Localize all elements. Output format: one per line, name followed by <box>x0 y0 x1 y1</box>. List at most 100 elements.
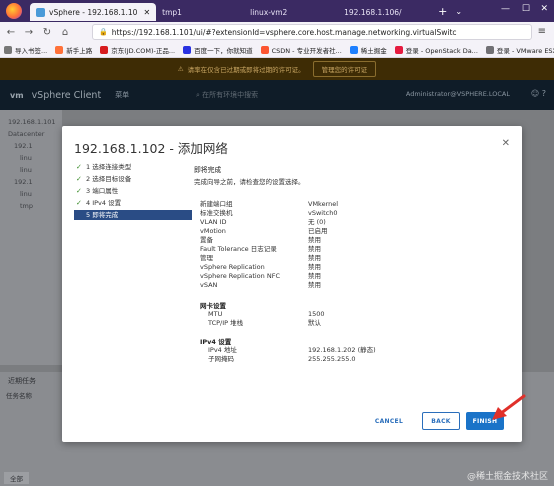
back-button[interactable]: BACK <box>422 412 460 430</box>
recent-tasks-tab[interactable]: 近期任务 <box>8 376 36 386</box>
tree-item[interactable]: 192.168.1.101 <box>0 116 62 128</box>
tab-list-icon[interactable]: ⌄ <box>455 7 462 16</box>
tree-item[interactable]: linu <box>0 152 62 164</box>
tree-item[interactable]: linu <box>0 188 62 200</box>
tab-label: vSphere - 192.168.1.10 <box>49 7 138 17</box>
bookmark-item[interactable]: 稀土掘金 <box>349 45 387 55</box>
summary-row: vSphere Replication NFC 禁用 <box>200 272 321 280</box>
user-menu[interactable]: Administrator@VSPHERE.LOCAL <box>406 90 510 98</box>
vsphere-tab-icon <box>36 7 45 17</box>
section-description: 完成向导之前，请检查您的设置选择。 <box>194 178 305 186</box>
warning-icon: ⚠ <box>177 65 184 73</box>
wizard-step[interactable]: ✓ 2 选择目标设备 <box>74 174 192 184</box>
check-icon: ✓ <box>76 199 82 207</box>
new-tab-icon[interactable]: + <box>438 5 447 18</box>
menu-dropdown[interactable]: 菜单 <box>115 90 129 100</box>
url-text: https://192.168.1.101/ui/#?extensionId=v… <box>111 27 457 37</box>
reload-icon[interactable]: ↻ <box>40 27 54 38</box>
summary-row: 标准交换机 vSwitch0 <box>200 209 338 217</box>
global-search-input[interactable]: ⌕ 在所有环境中搜索 <box>196 90 258 100</box>
cancel-button[interactable]: CANCEL <box>368 412 410 430</box>
tab-linux-vm2[interactable]: linux-vm2 <box>244 3 338 21</box>
wizard-step[interactable]: ✓ 4 IPv4 设置 <box>74 198 192 208</box>
wizard-step[interactable]: ✓ 1 选择连接类型 <box>74 162 192 172</box>
summary-row: 子网掩码 255.255.255.0 <box>208 355 356 363</box>
juejin-icon <box>349 45 358 54</box>
tree-item[interactable]: Datacenter <box>0 128 62 140</box>
summary-content: 即将完成 完成向导之前，请检查您的设置选择。 新建端口组 VMkernel 标准交… <box>194 164 510 363</box>
tab-vsphere[interactable]: vSphere - 192.168.1.10 ✕ <box>30 3 157 21</box>
jd-icon <box>100 45 109 54</box>
summary-row: vSphere Replication 禁用 <box>200 263 321 271</box>
summary-row: 置备 禁用 <box>200 236 321 244</box>
summary-row: TCP/IP 堆栈 默认 <box>208 319 321 327</box>
lock-icon: 🔒 <box>99 28 108 36</box>
filter-all-dropdown[interactable]: 全部 <box>4 472 29 484</box>
summary-row: 新建端口组 VMkernel <box>200 200 339 208</box>
tree-item[interactable]: 192.1 <box>0 176 62 188</box>
tree-item[interactable]: 192.1 <box>0 140 62 152</box>
app-title: vSphere Client <box>31 89 102 101</box>
summary-row: IPv4 地址 192.168.1.202 (静态) <box>208 346 376 354</box>
inventory-tree: 192.168.1.101 Datacenter 192.1 linu linu… <box>0 110 62 365</box>
red-arrow-annotation <box>492 394 526 420</box>
tab-label: tmp1 <box>162 7 182 17</box>
check-icon: ✓ <box>76 187 82 195</box>
wizard-step-active[interactable]: ✓5 即将完成 <box>74 210 192 220</box>
vmware-icon <box>485 45 494 54</box>
tab-tmp1[interactable]: tmp1 <box>156 3 244 21</box>
tab-192-168-1-106[interactable]: 192.168.1.106/ <box>338 3 434 21</box>
task-name-column[interactable]: 任务名称 <box>6 390 32 400</box>
bookmark-item[interactable]: 新手上路 <box>55 45 92 55</box>
bookmarks-bar: 导入书签... 新手上路 京东(JD.COM)-正品... 百度一下，你就知道 … <box>0 42 554 58</box>
license-warning-bar: ⚠ 请率在仅含已过期或即将过期的许可证。 管理您的许可证 <box>0 58 554 80</box>
vm-logo: vm <box>10 90 24 100</box>
tab-label: 192.168.1.106/ <box>344 7 402 17</box>
openstack-icon <box>394 45 403 54</box>
tree-item[interactable]: linu <box>0 164 62 176</box>
wizard-step[interactable]: ✓ 3 端口属性 <box>74 186 192 196</box>
close-icon[interactable]: ✕ <box>502 138 510 149</box>
summary-row: vSAN 禁用 <box>200 281 321 289</box>
tab-label: linux-vm2 <box>250 7 288 17</box>
hamburger-menu-icon[interactable]: ≡ <box>538 26 546 37</box>
csdn-icon <box>260 45 269 54</box>
warning-text: 请率在仅含已过期或即将过期的许可证。 <box>187 66 305 74</box>
dialog-title: 192.168.1.102 - 添加网络 <box>74 141 228 156</box>
baidu-icon <box>183 45 192 54</box>
bookmark-item[interactable]: 京东(JD.COM)-正品... <box>100 45 175 55</box>
summary-row: VLAN ID 无 (0) <box>200 218 326 226</box>
tree-item[interactable]: tmp <box>0 200 62 212</box>
bookmark-item[interactable]: 百度一下，你就知道 <box>183 45 253 55</box>
watermark: @稀土掘金技术社区 <box>466 472 548 482</box>
ipv4-settings-title: IPv4 设置 <box>200 338 232 346</box>
wizard-steps: ✓1 选择连接类型 ✓2 选择目标设备 ✓3 端口属性 ✓4 IPv4 设置 ✓… <box>74 162 192 222</box>
add-network-dialog: 192.168.1.102 - 添加网络 ✕ ✓ 1 选择连接类型 ✓ 2 选择目标… <box>62 126 522 442</box>
section-heading: 即将完成 <box>194 166 222 174</box>
nic-settings-title: 网卡设置 <box>200 302 226 310</box>
bookmark-item[interactable]: CSDN - 专业开发者社... <box>260 45 342 55</box>
minimize-icon[interactable]: — <box>501 4 510 14</box>
browser-tab-bar: vSphere - 192.168.1.10 ✕ tmp1 linux-vm2 … <box>0 0 554 22</box>
help-icon[interactable]: ☺ ? <box>531 89 546 98</box>
bookmark-item[interactable]: 登录 - OpenStack Da... <box>394 45 478 55</box>
import-icon <box>4 45 12 54</box>
close-window-icon[interactable]: ✕ <box>540 4 548 14</box>
check-icon: ✓ <box>76 175 82 183</box>
forward-arrow-icon[interactable]: → <box>22 27 36 38</box>
summary-row: Fault Tolerance 日志记录 禁用 <box>200 245 321 253</box>
summary-row: MTU 1500 <box>208 310 325 318</box>
firefox-logo-icon <box>6 3 22 19</box>
summary-row: 管理 禁用 <box>200 254 321 262</box>
bookmark-item[interactable]: 登录 - VMware ESXi <box>485 45 554 55</box>
home-icon[interactable]: ⌂ <box>58 27 72 38</box>
maximize-icon[interactable]: ☐ <box>522 4 530 14</box>
address-bar[interactable]: 🔒 https://192.168.1.101/ui/#?extensionId… <box>92 24 532 40</box>
close-tab-icon[interactable]: ✕ <box>143 8 150 17</box>
check-icon: ✓ <box>76 163 82 171</box>
manage-license-button[interactable]: 管理您的许可证 <box>312 61 377 77</box>
firefox-bookmark-icon <box>55 45 64 54</box>
back-arrow-icon[interactable]: ← <box>4 27 18 38</box>
bookmark-item[interactable]: 导入书签... <box>4 45 47 55</box>
summary-row: vMotion 已启用 <box>200 227 328 235</box>
